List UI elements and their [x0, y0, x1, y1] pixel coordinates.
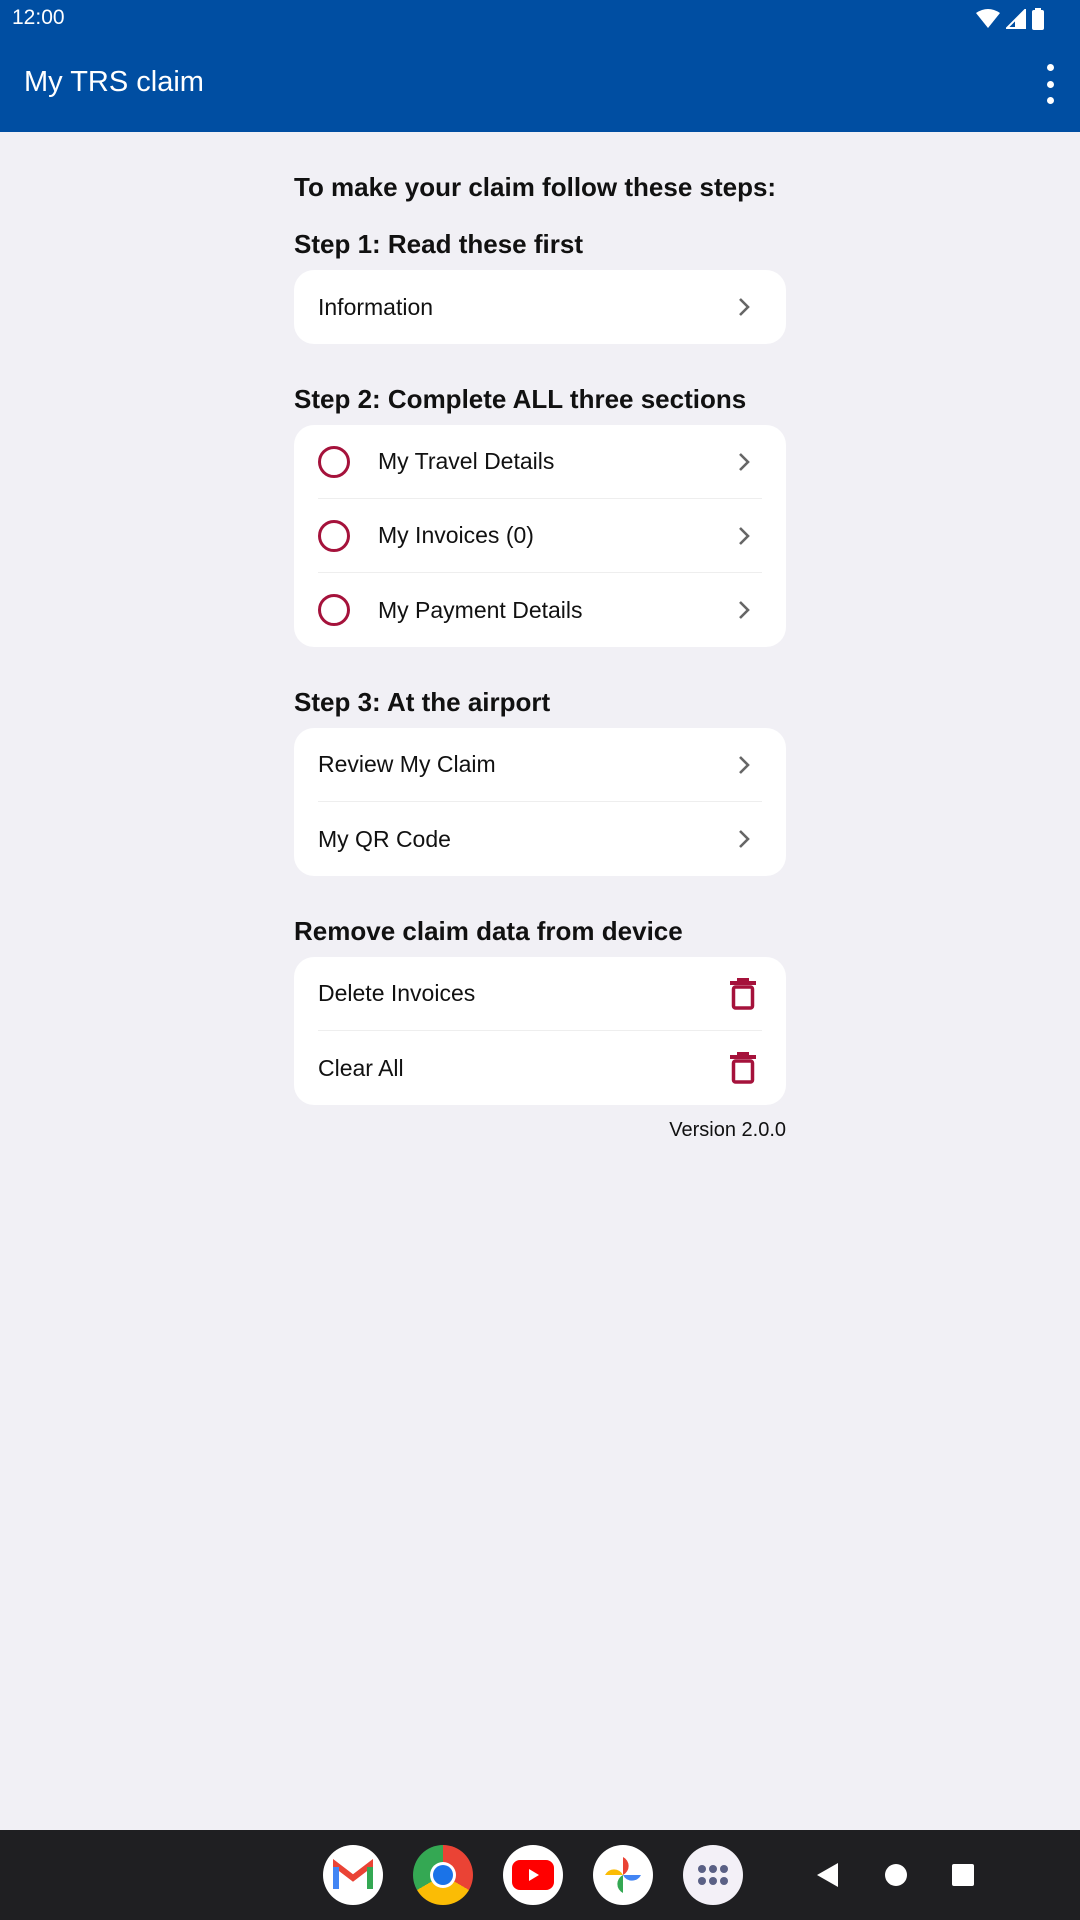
step1-card: Information — [294, 270, 786, 344]
section-title: Step 2: Complete ALL three sections — [294, 384, 747, 414]
chrome-app[interactable] — [413, 1845, 473, 1905]
back-icon — [817, 1863, 838, 1887]
row-information[interactable]: Information — [318, 270, 762, 344]
step2-card: My Travel Details My Invoices (0) My Pay… — [294, 425, 786, 647]
signal-icon — [1006, 9, 1026, 29]
row-label: My Invoices (0) — [378, 522, 534, 548]
battery-icon — [1032, 8, 1044, 30]
gmail-app[interactable] — [323, 1845, 383, 1905]
app-bar: 12:00 My TRS claim — [0, 0, 1080, 132]
dot — [1046, 97, 1054, 104]
incomplete-circle-icon — [318, 519, 350, 552]
chrome-icon — [430, 1862, 456, 1888]
chevron-right-icon — [739, 298, 750, 316]
chevron-right-icon — [739, 830, 750, 848]
app-grid-icon — [698, 1865, 728, 1885]
gmail-icon — [333, 1859, 373, 1889]
section-title: Step 1: Read these first — [294, 229, 583, 259]
incomplete-circle-icon — [318, 445, 350, 478]
youtube-app[interactable] — [503, 1845, 563, 1905]
intro-text: To make your claim follow these steps: — [294, 172, 777, 202]
row-label: Clear All — [318, 1054, 404, 1081]
row-invoices[interactable]: My Invoices (0) — [318, 499, 762, 573]
row-label: My Payment Details — [378, 596, 583, 623]
trash-icon — [730, 977, 756, 1010]
row-travel-details[interactable]: My Travel Details — [318, 425, 762, 499]
dot — [1046, 80, 1054, 88]
app-dock — [323, 1845, 743, 1905]
recents-button[interactable] — [951, 1830, 975, 1920]
section-title: Remove claim data from device — [294, 916, 683, 946]
chevron-right-icon — [739, 601, 750, 619]
more-options-button[interactable] — [1040, 64, 1060, 104]
remove-data-card: Delete Invoices Clear All — [294, 957, 786, 1105]
row-label: Review My Claim — [318, 751, 496, 777]
row-label: Information — [318, 293, 434, 320]
incomplete-circle-icon — [318, 594, 350, 626]
row-label: My Travel Details — [378, 448, 555, 474]
home-icon — [885, 1864, 907, 1886]
wifi-icon — [976, 9, 1000, 28]
app-title: My TRS claim — [24, 66, 204, 98]
chevron-right-icon — [739, 452, 750, 471]
home-button[interactable] — [884, 1830, 908, 1920]
photos-icon — [605, 1857, 641, 1893]
row-label: My QR Code — [318, 825, 451, 852]
status-time: 12:00 — [12, 6, 65, 29]
system-nav-bar — [0, 1830, 1080, 1920]
section-title: Step 3: At the airport — [294, 687, 551, 717]
row-review-claim[interactable]: Review My Claim — [318, 728, 762, 802]
status-icons — [976, 8, 1044, 30]
back-button[interactable] — [816, 1830, 840, 1920]
app-drawer[interactable] — [683, 1845, 743, 1905]
row-label: Delete Invoices — [318, 980, 476, 1006]
more-vert-icon — [1046, 64, 1054, 71]
main-content: To make your claim follow these steps: S… — [294, 132, 786, 1142]
recents-icon — [952, 1864, 974, 1886]
row-delete-invoices[interactable]: Delete Invoices — [318, 957, 762, 1031]
row-clear-all[interactable]: Clear All — [318, 1031, 762, 1105]
youtube-icon — [512, 1860, 554, 1890]
trash-icon — [730, 1052, 756, 1084]
version-text: Version 2.0.0 — [669, 1119, 786, 1141]
row-qr-code[interactable]: My QR Code — [318, 802, 762, 876]
chevron-right-icon — [739, 526, 750, 545]
chevron-right-icon — [739, 755, 750, 774]
photos-app[interactable] — [593, 1845, 653, 1905]
row-payment-details[interactable]: My Payment Details — [318, 573, 762, 647]
step3-card: Review My Claim My QR Code — [294, 728, 786, 876]
